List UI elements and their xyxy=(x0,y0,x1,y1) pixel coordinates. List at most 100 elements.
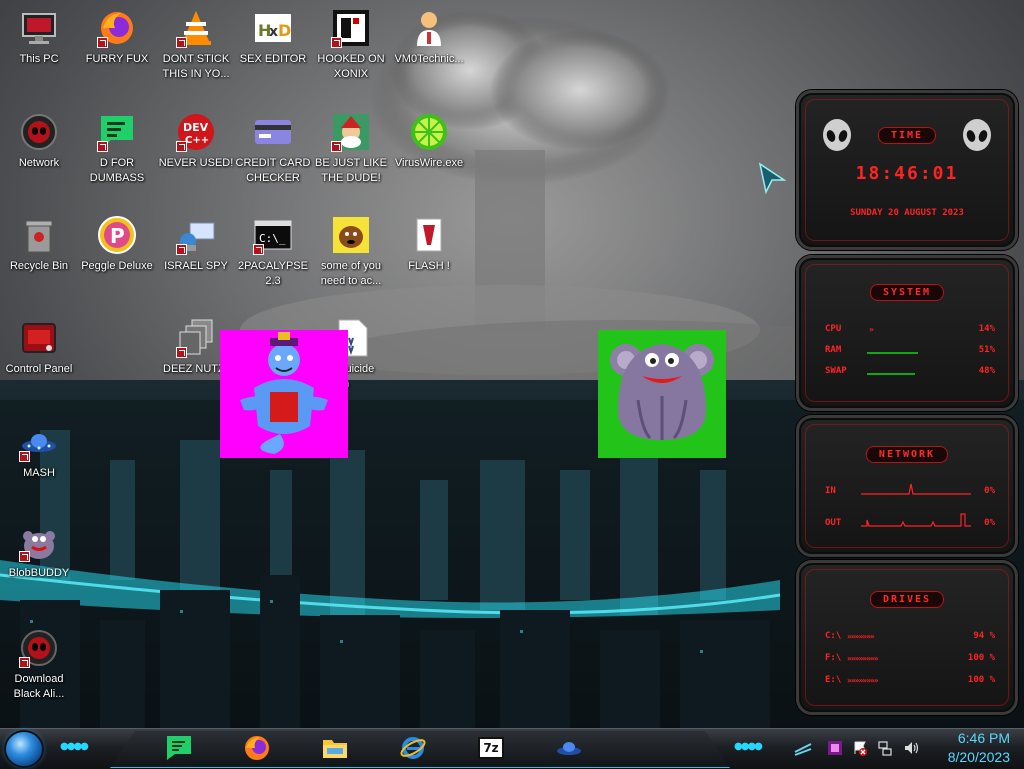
taskbar-internet-explorer-app[interactable] xyxy=(396,733,430,763)
desktop-icon-hooked-on-xonix[interactable]: HOOKED ON XONIX xyxy=(312,8,390,82)
alien-network-icon xyxy=(19,112,59,152)
icon-label: VirusWire.exe xyxy=(394,157,464,169)
desktop-icon-vm0technic[interactable]: VM0Technic... xyxy=(390,8,468,67)
green-chat-icon xyxy=(97,112,137,152)
desktop-icon-some-of-you[interactable]: some of you need to ac... xyxy=(312,215,390,289)
ufo-icon xyxy=(19,422,59,462)
green-chat-icon xyxy=(167,736,191,760)
dog-icon xyxy=(331,215,371,255)
desktop-icon-mash[interactable]: MASH xyxy=(0,422,78,481)
desktop-icon-viruswire[interactable]: VirusWire.exe xyxy=(390,112,468,171)
folder-icon xyxy=(323,740,347,758)
swap-value: 48% xyxy=(978,366,995,376)
desktop-icon-download-black-alien[interactable]: Download Black Ali... xyxy=(0,628,78,702)
network-out-row: OUT 0% xyxy=(825,513,995,530)
icon-label: HOOKED ON XONIX xyxy=(317,53,385,80)
drive-f-arrows-icon: »»»»»»»» xyxy=(847,654,879,663)
stacked-windows-icon xyxy=(176,318,216,358)
desktop-icon-network[interactable]: Network xyxy=(0,112,78,171)
taskbar-file-explorer-app[interactable] xyxy=(318,733,352,763)
mouse-cursor-icon xyxy=(758,162,787,198)
taskbar: ●●●● 7z ●●●● 6:46 PM 8/20/2023 xyxy=(0,728,1024,769)
taskbar-mash-app[interactable] xyxy=(552,733,586,763)
blob-icon xyxy=(19,522,59,562)
desktop-icon-sex-editor[interactable]: HxD SEX EDITOR xyxy=(234,8,312,67)
icon-label: This PC xyxy=(19,53,59,65)
taskbar-7zip-app[interactable]: 7z xyxy=(474,733,508,763)
desktop-icon-recycle-bin[interactable]: Recycle Bin xyxy=(0,215,78,274)
taskbar-cyan-dots-icon: ●●●● xyxy=(734,741,763,752)
desktop-icon-dont-stick[interactable]: DONT STICK THIS IN YO... xyxy=(157,8,235,82)
taskbar-green-chat-app[interactable] xyxy=(162,733,196,763)
lime-icon xyxy=(409,112,449,152)
drive-c-row[interactable]: C:\ »»»»»»» 94 % xyxy=(825,631,995,643)
blobbuddy-image[interactable] xyxy=(598,330,726,458)
time-widget: TIME 18:46:01 SUNDAY 20 AUGUST 2023 xyxy=(796,90,1018,250)
widget-title: SYSTEM xyxy=(869,284,945,301)
drive-c-value: 94 % xyxy=(973,631,995,641)
swap-bar xyxy=(867,373,967,375)
drive-f-value: 100 % xyxy=(967,653,995,663)
taskbar-firefox-app[interactable] xyxy=(240,733,274,763)
network-in-value: 0% xyxy=(984,486,995,496)
desktop-icon-this-pc[interactable]: This PC xyxy=(0,8,78,67)
desktop-icon-control-panel[interactable]: Control Panel xyxy=(0,318,78,377)
vlc-cone-icon xyxy=(176,8,216,48)
genie-image[interactable] xyxy=(220,330,348,458)
drive-e-value: 100 % xyxy=(967,675,995,685)
shortcut-badge xyxy=(176,347,187,358)
desktop-icon-2pacalypse[interactable]: C:\_ 2PACALYPSE 2.3 xyxy=(234,215,312,289)
firefox-icon xyxy=(97,8,137,48)
drive-e-row[interactable]: E:\ »»»»»»»» 100 % xyxy=(825,675,995,687)
icon-label: CREDIT CARD CHECKER xyxy=(235,157,311,184)
icon-label: D FOR DUMBASS xyxy=(89,157,145,184)
drives-widget: DRIVES C:\ »»»»»»» 94 % F:\ »»»»»»»» 100… xyxy=(796,560,1018,715)
taskbar-clock-date[interactable]: 8/20/2023 xyxy=(948,749,1010,765)
desktop-icon-peggle-deluxe[interactable]: P Peggle Deluxe xyxy=(78,215,156,274)
system-widget: SYSTEM CPU » 14% RAM 51% SWAP 48% xyxy=(796,255,1018,411)
tray-app-icon[interactable] xyxy=(827,740,843,756)
system-tray: 6:46 PM 8/20/2023 xyxy=(794,729,1024,769)
swap-bar-fill xyxy=(867,373,915,375)
taskbar-cyan-dots-icon: ●●●● xyxy=(60,741,89,752)
shortcut-badge xyxy=(176,141,187,152)
date-readout: SUNDAY 20 AUGUST 2023 xyxy=(850,208,964,218)
ram-bar xyxy=(867,352,967,354)
desktop-icon-israel-spy[interactable]: ISRAEL SPY xyxy=(157,215,235,274)
icon-label: ISRAEL SPY xyxy=(164,260,228,272)
desktop-icon-flash[interactable]: FLASH ! xyxy=(390,215,468,274)
action-center-flag-icon[interactable] xyxy=(852,740,868,756)
drive-f-row[interactable]: F:\ »»»»»»»» 100 % xyxy=(825,653,995,665)
ie-icon xyxy=(400,737,426,759)
drive-c-label: C:\ xyxy=(825,631,842,641)
ram-label: RAM xyxy=(825,345,842,355)
desktop-icon-d-for-dumbass[interactable]: D FOR DUMBASS xyxy=(78,112,156,186)
recycle-bin-icon xyxy=(19,215,59,255)
control-panel-icon xyxy=(19,318,59,358)
alien-head-icon xyxy=(819,117,855,157)
desktop-icon-credit-card-checker[interactable]: CREDIT CARD CHECKER xyxy=(234,112,312,186)
desktop-icon-never-used[interactable]: DEV C++ NEVER USED! xyxy=(157,112,235,171)
shortcut-badge xyxy=(19,657,30,668)
start-button[interactable] xyxy=(6,732,42,766)
widget-title: TIME xyxy=(877,127,937,144)
desktop-icon-furry-fux[interactable]: FURRY FUX xyxy=(78,8,156,67)
ram-value: 51% xyxy=(978,345,995,355)
svg-text:x: x xyxy=(269,24,278,40)
peggle-icon: P xyxy=(97,215,137,255)
volume-icon[interactable] xyxy=(903,740,919,756)
desktop-icon-blobbuddy[interactable]: BlobBUDDY xyxy=(0,522,78,581)
desktop-icon-be-just-like-the-dude[interactable]: BE JUST LIKE THE DUDE! xyxy=(312,112,390,186)
firefox-icon xyxy=(245,736,269,760)
taskbar-clock-time[interactable]: 6:46 PM xyxy=(958,730,1010,746)
shortcut-badge xyxy=(331,141,342,152)
shortcut-badge xyxy=(331,37,342,48)
network-in-label: IN xyxy=(825,486,836,496)
network-in-row: IN 0% xyxy=(825,483,995,498)
cpu-row: CPU » 14% xyxy=(825,324,995,336)
svg-text:P: P xyxy=(110,224,125,248)
icon-label: VM0Technic... xyxy=(394,53,464,65)
alien-head-icon xyxy=(959,117,995,157)
network-tray-icon[interactable] xyxy=(877,740,893,756)
drive-e-arrows-icon: »»»»»»»» xyxy=(847,676,879,685)
